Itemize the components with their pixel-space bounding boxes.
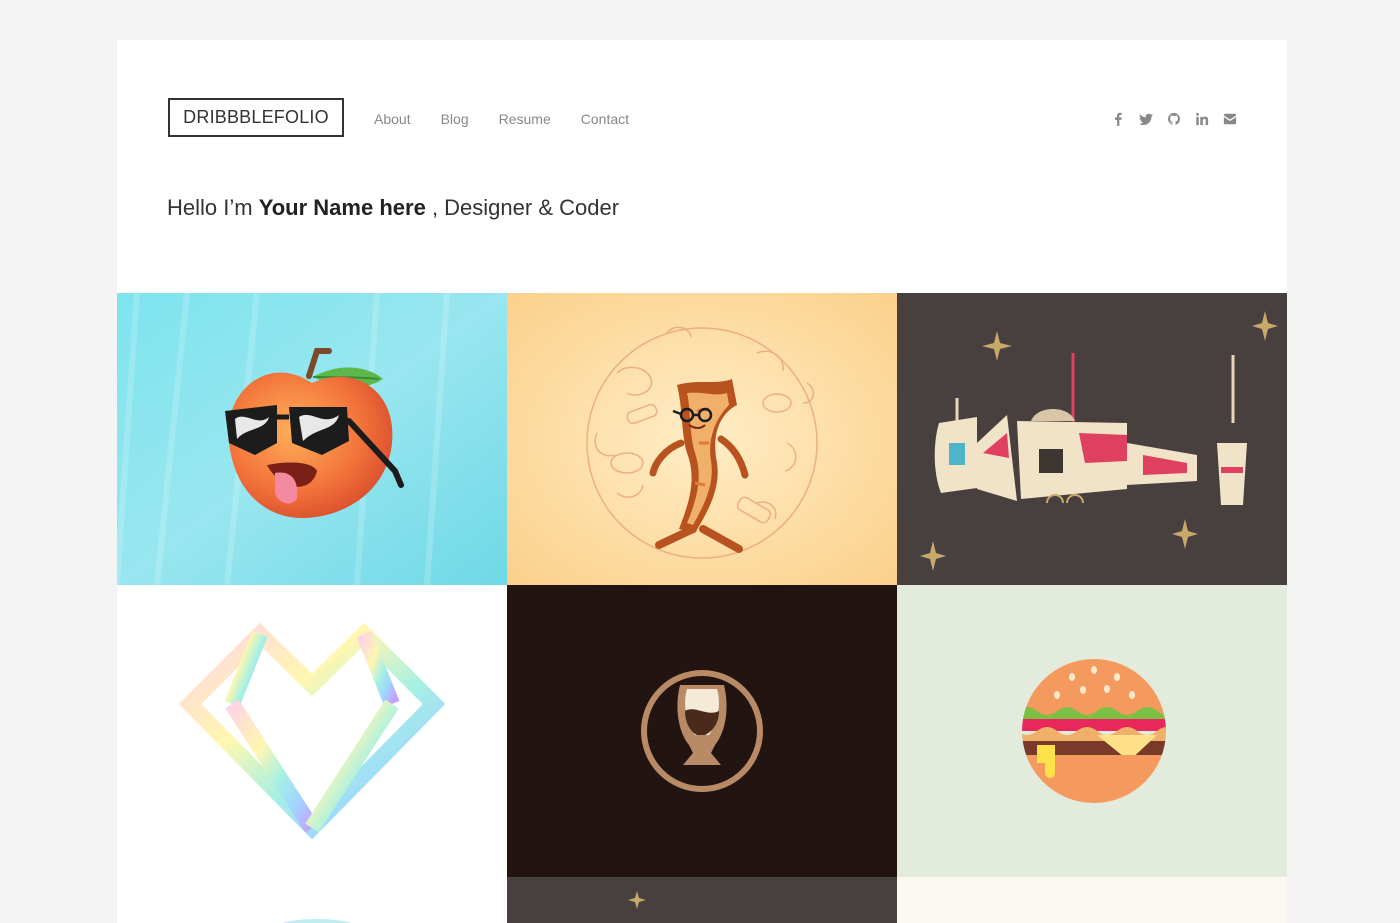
shot-partial-star[interactable] (507, 877, 897, 923)
spaceship-illustration (897, 293, 1287, 585)
beer-glass-icon (507, 585, 897, 877)
intro-suffix: , Designer & Coder (431, 195, 620, 220)
shot-spaceship[interactable] (897, 293, 1287, 585)
github-icon[interactable] (1166, 110, 1181, 128)
shot-peach[interactable] (117, 293, 507, 585)
intro-heading: Hello I’m Your Name here , Designer & Co… (167, 195, 619, 221)
shot-partial-cream[interactable] (897, 877, 1287, 923)
nav-about[interactable]: About (374, 110, 411, 128)
bacon-illustration (507, 293, 897, 585)
portfolio-card: DRIBBBLEFOLIO About Blog Resume Contact … (117, 40, 1287, 923)
site-logo[interactable]: DRIBBBLEFOLIO (168, 98, 344, 137)
burger-illustration (897, 585, 1287, 877)
shot-beer-glass[interactable] (507, 585, 897, 877)
shot-burger[interactable] (897, 585, 1287, 877)
nav-resume[interactable]: Resume (499, 110, 551, 128)
twitter-icon[interactable] (1138, 110, 1153, 128)
linkedin-icon[interactable] (1194, 110, 1209, 128)
star-illustration (507, 877, 897, 923)
facebook-icon[interactable] (1110, 110, 1125, 128)
main-nav: About Blog Resume Contact (374, 110, 629, 128)
diamond-illustration (117, 585, 507, 877)
envelope-icon[interactable] (1222, 110, 1237, 128)
shot-bacon[interactable] (507, 293, 897, 585)
shot-partial-left[interactable] (117, 877, 507, 923)
cream-illustration (897, 877, 1287, 923)
nav-contact[interactable]: Contact (581, 110, 629, 128)
intro-prefix: Hello I’m (167, 195, 253, 220)
shot-diamond[interactable] (117, 585, 507, 877)
intro-name: Your Name here (258, 195, 426, 220)
social-links (1110, 110, 1237, 128)
partial-illustration (117, 877, 507, 923)
peach-illustration (117, 293, 507, 585)
nav-blog[interactable]: Blog (441, 110, 469, 128)
